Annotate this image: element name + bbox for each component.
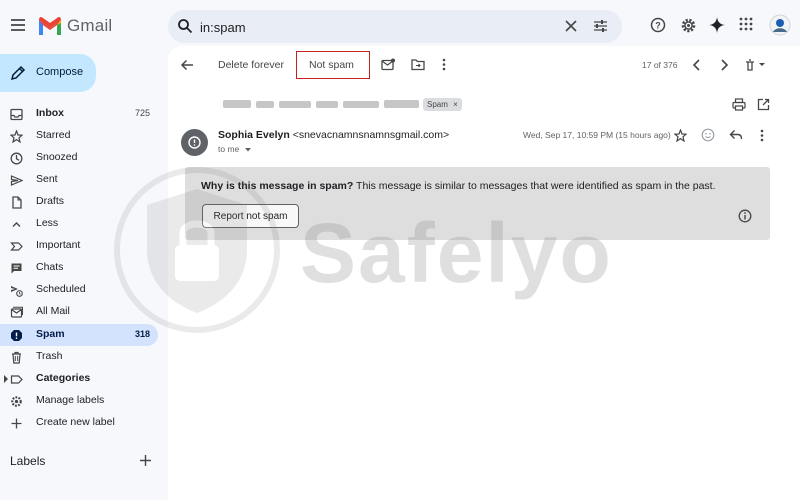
settings-gear-icon[interactable]: [680, 17, 697, 34]
mark-unread-icon[interactable]: [381, 58, 395, 71]
send-icon: [10, 174, 23, 187]
draft-file-icon: [10, 196, 23, 209]
svg-text:?: ?: [655, 21, 661, 31]
sidebar-item-label: Inbox: [36, 107, 64, 119]
chat-bubble-icon: [10, 262, 23, 275]
labels-heading: Labels: [10, 454, 46, 468]
sidebar-item-create-label[interactable]: Create new label: [0, 412, 158, 434]
sender-line: Sophia Evelyn <snevacnamnsnamnsgmail.com…: [218, 129, 449, 141]
sender-name[interactable]: Sophia Evelyn: [218, 129, 290, 141]
app-name: Gmail: [67, 16, 113, 35]
inbox-icon: [10, 108, 23, 121]
help-icon[interactable]: ?: [650, 17, 666, 33]
more-options-icon[interactable]: [441, 58, 447, 71]
clear-search-icon[interactable]: [564, 19, 578, 33]
unread-count: 725: [134, 108, 150, 118]
sidebar-item-inbox[interactable]: Inbox 725: [0, 103, 158, 125]
input-tools-icon[interactable]: [744, 58, 768, 72]
sidebar-item-label: Chats: [36, 261, 64, 273]
chevron-down-icon[interactable]: [244, 147, 252, 153]
sidebar-item-manage-labels[interactable]: Manage labels: [0, 390, 158, 412]
sidebar-item-label: Create new label: [36, 416, 115, 428]
compose-button[interactable]: Compose: [0, 54, 96, 92]
star-icon: [10, 130, 23, 143]
recipient-toggle[interactable]: to me: [218, 144, 252, 154]
scheduled-send-icon: [10, 284, 23, 297]
move-to-folder-icon[interactable]: [411, 58, 425, 71]
gemini-sparkle-icon[interactable]: [709, 17, 725, 33]
remove-label-x-icon[interactable]: ×: [453, 100, 458, 109]
open-new-window-icon[interactable]: [757, 98, 770, 111]
settings-gear-icon: [10, 395, 23, 408]
label-tag-icon: [10, 373, 23, 386]
sender-email: <snevacnamnsnamnsgmail.com>: [292, 129, 450, 141]
delete-forever-button[interactable]: Delete forever: [218, 59, 284, 71]
sidebar-item-label: Scheduled: [36, 283, 86, 295]
expand-arrow-icon[interactable]: [3, 375, 9, 383]
message-more-options-icon[interactable]: [759, 129, 765, 142]
message-date: Wed, Sep 17, 10:59 PM (15 hours ago): [523, 130, 671, 140]
previous-chevron-icon[interactable]: [692, 59, 702, 71]
sender-avatar[interactable]: [181, 129, 208, 156]
pagination-count: 17 of 376: [642, 60, 678, 70]
subject-line: [223, 98, 419, 110]
sidebar-item-label: Trash: [36, 350, 63, 362]
sidebar-item-label: Categories: [36, 372, 91, 384]
sidebar-item-starred[interactable]: Starred: [0, 125, 158, 147]
back-arrow-icon[interactable]: [180, 58, 194, 72]
spam-explanation: This message is similar to messages that…: [353, 180, 716, 192]
pencil-icon: [10, 65, 26, 81]
main-menu-icon[interactable]: [8, 14, 28, 36]
apps-grid-icon[interactable]: [739, 17, 753, 31]
add-label-plus-icon[interactable]: [139, 454, 152, 467]
important-label-icon: [10, 240, 23, 253]
search-bar[interactable]: [168, 10, 622, 43]
clock-icon: [10, 152, 23, 165]
all-mail-icon: [10, 306, 23, 319]
chip-label: Spam: [427, 100, 448, 109]
next-chevron-icon[interactable]: [719, 59, 729, 71]
search-options-icon[interactable]: [593, 19, 608, 33]
info-icon[interactable]: [738, 209, 752, 223]
spam-alert-icon: [10, 329, 23, 342]
account-avatar[interactable]: [769, 14, 791, 36]
emoji-reaction-icon[interactable]: [701, 128, 715, 142]
sidebar-item-label: Starred: [36, 129, 71, 141]
chevron-up-icon: [10, 218, 23, 231]
sidebar-item-categories[interactable]: Categories: [0, 368, 158, 390]
gmail-logo-icon[interactable]: [36, 14, 64, 38]
not-spam-button[interactable]: Not spam: [309, 59, 354, 71]
trash-icon: [10, 351, 23, 364]
watermark-logo: [112, 165, 282, 335]
sidebar-item-label: Snoozed: [36, 151, 78, 163]
search-input[interactable]: [200, 16, 520, 38]
star-icon[interactable]: [674, 129, 687, 142]
top-bar: Gmail ?: [0, 0, 800, 52]
watermark-text: Safelyo: [300, 206, 613, 300]
print-icon[interactable]: [732, 98, 746, 111]
sidebar-item-label: Drafts: [36, 195, 65, 207]
sidebar-item-label: Spam: [36, 328, 65, 340]
compose-label: Compose: [36, 66, 84, 78]
plus-icon: [10, 417, 23, 430]
reply-icon[interactable]: [729, 129, 743, 141]
search-icon[interactable]: [177, 18, 193, 34]
sidebar-item-label: Sent: [36, 173, 58, 185]
recipient-label: to me: [218, 144, 240, 154]
sidebar-item-label: Less: [36, 217, 59, 229]
sidebar-item-label: Manage labels: [36, 394, 105, 406]
spam-label-chip[interactable]: Spam ×: [423, 98, 462, 111]
sidebar-item-trash[interactable]: Trash: [0, 346, 158, 368]
sidebar-item-label: All Mail: [36, 305, 70, 317]
sidebar-item-label: Important: [36, 239, 81, 251]
